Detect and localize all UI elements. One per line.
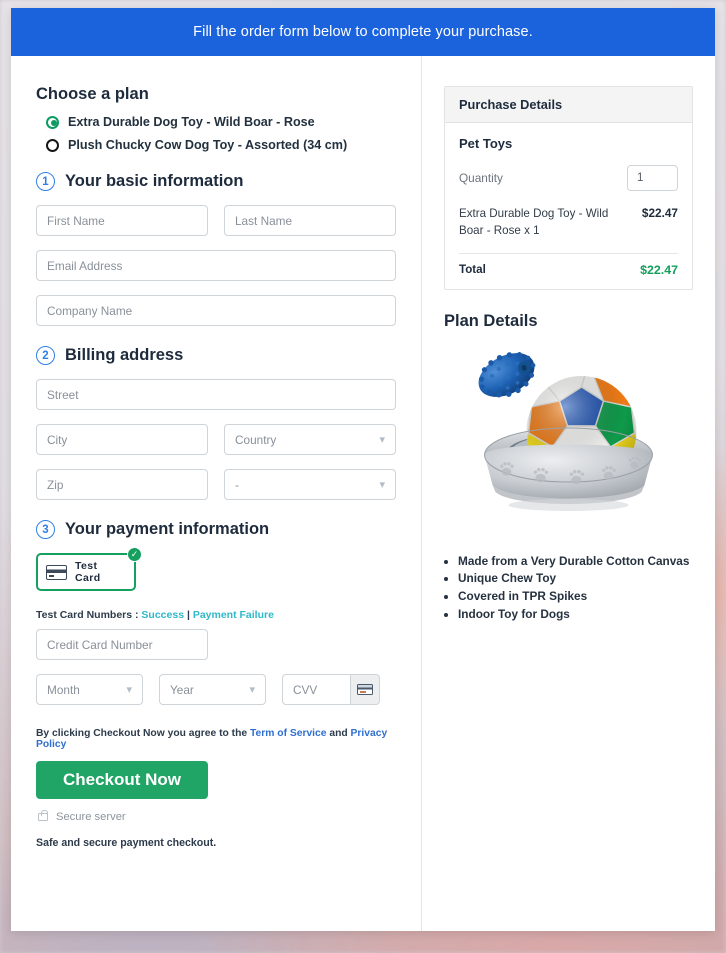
content-columns: Choose a plan Extra Durable Dog Toy - Wi… — [11, 56, 715, 931]
month-select-value: Month — [47, 682, 80, 697]
test-card-method-tile[interactable]: ✓ Test Card — [36, 547, 142, 591]
plan-feature-list: Made from a Very Durable Cotton Canvas U… — [458, 553, 693, 623]
cvv-group: CVV — [282, 674, 380, 705]
city-country-row: City Country ▾ — [36, 424, 396, 455]
cvv-hint-button[interactable] — [350, 674, 380, 705]
test-card-label: Test Card — [75, 560, 101, 584]
purchase-details-body: Pet Toys Quantity Extra Durable Dog Toy … — [445, 123, 692, 289]
plan-option-2[interactable]: Plush Chucky Cow Dog Toy - Assorted (34 … — [46, 138, 396, 152]
credit-card-number-input[interactable]: Credit Card Number — [36, 629, 208, 660]
step-2-header: 2 Billing address — [36, 346, 396, 365]
link-separator: | — [184, 609, 193, 621]
company-input[interactable]: Company Name — [36, 295, 396, 326]
step-1-number: 1 — [36, 172, 55, 191]
checkout-card: Fill the order form below to complete yo… — [11, 8, 715, 931]
list-item: Made from a Very Durable Cotton Canvas — [458, 553, 693, 570]
credit-card-icon — [46, 564, 67, 580]
company-row: Company Name — [36, 295, 396, 326]
step-1-header: 1 Your basic information — [36, 172, 396, 191]
purchase-details-card: Purchase Details Pet Toys Quantity Extra… — [444, 86, 693, 290]
purchase-details-header: Purchase Details — [445, 87, 692, 123]
plan-option-1[interactable]: Extra Durable Dog Toy - Wild Boar - Rose — [46, 115, 396, 129]
list-item: Covered in TPR Spikes — [458, 588, 693, 605]
cvv-input[interactable]: CVV — [282, 674, 350, 705]
terms-text: By clicking Checkout Now you agree to th… — [36, 728, 396, 750]
year-select-value: Year — [170, 682, 194, 697]
list-item: Indoor Toy for Dogs — [458, 606, 693, 623]
radio-icon-selected[interactable] — [46, 115, 59, 129]
terms-prefix: By clicking Checkout Now you agree to th… — [36, 728, 250, 739]
chevron-down-icon: ▾ — [126, 684, 132, 696]
banner-text: Fill the order form below to complete yo… — [193, 24, 533, 40]
line-item-row: Extra Durable Dog Toy - Wild Boar - Rose… — [459, 206, 678, 240]
checkout-now-button[interactable]: Checkout Now — [36, 761, 208, 799]
success-link[interactable]: Success — [141, 609, 184, 621]
page-banner: Fill the order form below to complete yo… — [11, 8, 715, 56]
spiky-toy-icon — [478, 351, 536, 398]
name-row: First Name Last Name — [36, 205, 396, 236]
plan-details-heading: Plan Details — [444, 311, 538, 330]
payment-failure-link[interactable]: Payment Failure — [193, 609, 274, 621]
last-name-input[interactable]: Last Name — [224, 205, 396, 236]
line-item-price: $22.47 — [641, 206, 678, 220]
choose-a-plan-heading: Choose a plan — [36, 85, 149, 103]
zip-state-row: Zip - ▾ — [36, 469, 396, 500]
chevron-down-icon: ▾ — [249, 684, 255, 696]
summary-divider — [459, 252, 678, 254]
purchase-category: Pet Toys — [459, 136, 513, 151]
step-2-number: 2 — [36, 346, 55, 365]
quantity-row: Quantity — [459, 165, 678, 191]
secure-server-text: Secure server — [56, 811, 126, 823]
country-select-value: Country — [235, 432, 277, 447]
safe-checkout-text: Safe and secure payment checkout. — [36, 837, 217, 849]
street-row: Street — [36, 379, 396, 410]
state-select[interactable]: - ▾ — [224, 469, 396, 500]
step-2-title: Billing address — [65, 346, 184, 364]
list-item: Unique Chew Toy — [458, 570, 693, 587]
street-input[interactable]: Street — [36, 379, 396, 410]
order-form-column: Choose a plan Extra Durable Dog Toy - Wi… — [11, 56, 421, 931]
expiry-cvv-row: Month ▾ Year ▾ CVV — [36, 674, 396, 705]
summary-column: Purchase Details Pet Toys Quantity Extra… — [422, 56, 715, 931]
term-of-service-link[interactable]: Term of Service — [250, 728, 327, 739]
card-back-icon — [357, 684, 373, 695]
step-3-number: 3 — [36, 520, 55, 539]
plan-option-2-label: Plush Chucky Cow Dog Toy - Assorted (34 … — [68, 138, 348, 152]
quantity-label: Quantity — [459, 171, 503, 185]
terms-and: and — [326, 728, 351, 739]
credit-card-row: Credit Card Number — [36, 629, 396, 660]
radio-icon-unselected[interactable] — [46, 138, 59, 152]
product-image — [478, 351, 653, 511]
test-card-numbers-prefix: Test Card Numbers : — [36, 609, 142, 621]
step-3-title: Your payment information — [65, 520, 270, 538]
first-name-input[interactable]: First Name — [36, 205, 208, 236]
total-row: Total $22.47 — [459, 263, 678, 277]
check-circle-icon: ✓ — [127, 547, 142, 562]
state-select-value: - — [235, 477, 239, 492]
line-item-name: Extra Durable Dog Toy - Wild Boar - Rose… — [459, 207, 609, 237]
secure-server-row: Secure server — [38, 810, 396, 823]
email-input[interactable]: Email Address — [36, 250, 396, 281]
step-3-header: 3 Your payment information — [36, 520, 396, 539]
test-card-numbers-line: Test Card Numbers : Success | Payment Fa… — [36, 609, 396, 621]
chevron-down-icon: ▾ — [379, 434, 385, 446]
zip-input[interactable]: Zip — [36, 469, 208, 500]
year-select[interactable]: Year ▾ — [159, 674, 266, 705]
country-select[interactable]: Country ▾ — [224, 424, 396, 455]
lock-icon — [38, 810, 48, 821]
quantity-input[interactable] — [627, 165, 678, 191]
email-row: Email Address — [36, 250, 396, 281]
chevron-down-icon: ▾ — [379, 479, 385, 491]
city-input[interactable]: City — [36, 424, 208, 455]
plan-option-1-label: Extra Durable Dog Toy - Wild Boar - Rose — [68, 115, 315, 129]
step-1-title: Your basic information — [65, 172, 244, 190]
total-value: $22.47 — [640, 262, 678, 277]
total-label: Total — [459, 263, 486, 277]
month-select[interactable]: Month ▾ — [36, 674, 143, 705]
